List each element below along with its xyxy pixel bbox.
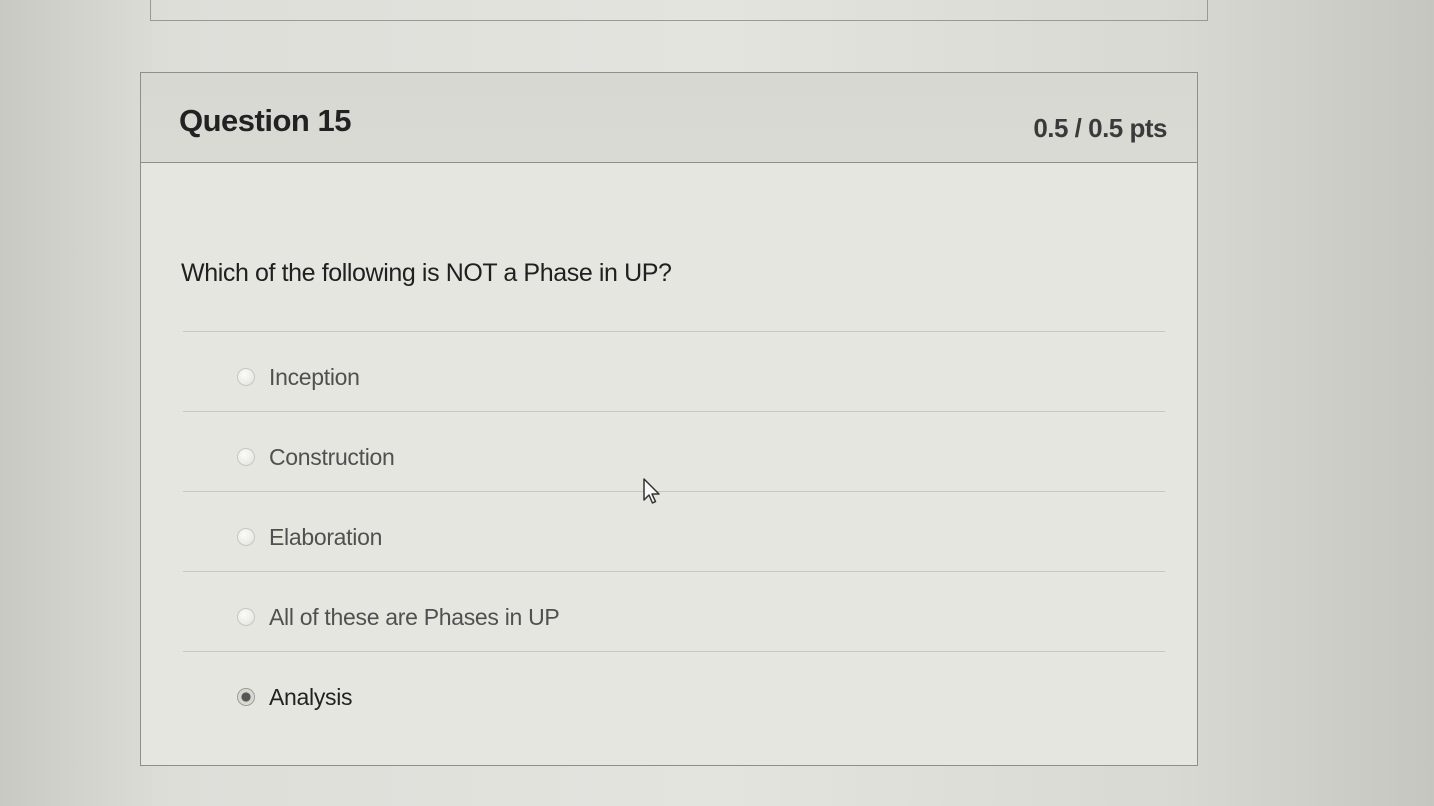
answer-option-inception[interactable]: Inception xyxy=(183,331,1165,411)
question-header: Question 15 0.5 / 0.5 pts xyxy=(141,73,1197,163)
answer-option-analysis[interactable]: Analysis xyxy=(183,651,1165,731)
question-points: 0.5 / 0.5 pts xyxy=(1033,113,1167,143)
answer-option-all-of-these[interactable]: All of these are Phases in UP xyxy=(183,571,1165,651)
radio-unselected-icon[interactable] xyxy=(237,368,255,386)
answer-label: All of these are Phases in UP xyxy=(269,604,560,630)
previous-question-card-edge xyxy=(150,0,1208,21)
answer-option-elaboration[interactable]: Elaboration xyxy=(183,491,1165,571)
answer-label: Inception xyxy=(269,364,360,390)
answer-label: Construction xyxy=(269,444,395,470)
answer-option-construction[interactable]: Construction xyxy=(183,411,1165,491)
question-title: Question 15 xyxy=(179,103,351,138)
radio-unselected-icon[interactable] xyxy=(237,448,255,466)
radio-unselected-icon[interactable] xyxy=(237,528,255,546)
answer-list: Inception Construction Elaboration All o… xyxy=(183,331,1165,731)
radio-unselected-icon[interactable] xyxy=(237,608,255,626)
answer-label: Elaboration xyxy=(269,524,383,550)
answer-label: Analysis xyxy=(269,684,353,710)
radio-selected-icon[interactable] xyxy=(237,688,255,706)
question-card: Question 15 0.5 / 0.5 pts Which of the f… xyxy=(140,72,1198,766)
mouse-pointer-icon xyxy=(643,478,660,504)
question-text: Which of the following is NOT a Phase in… xyxy=(181,259,672,287)
